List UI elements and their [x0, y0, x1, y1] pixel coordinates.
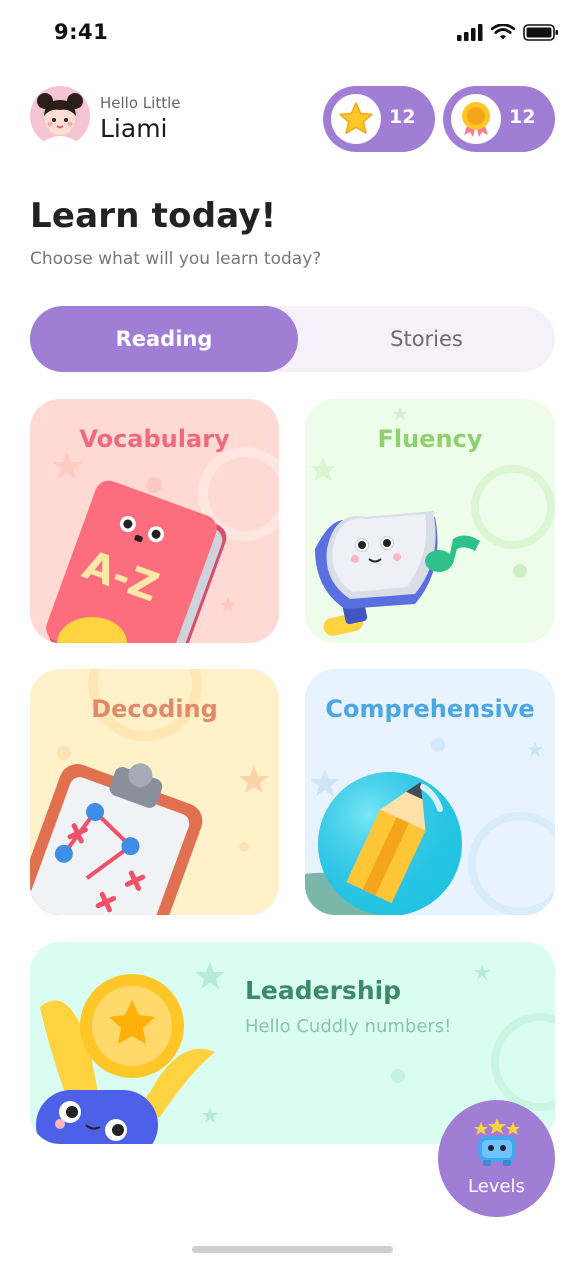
greeting-text: Hello Little [100, 94, 181, 112]
status-icons [457, 24, 559, 41]
home-indicator[interactable] [192, 1246, 393, 1253]
star-icon [331, 94, 381, 144]
page-title: Learn today! [30, 196, 277, 236]
battery-icon [523, 24, 558, 41]
decoding-card[interactable]: Decoding [30, 669, 279, 915]
stars-count: 12 [389, 106, 416, 128]
fluency-card[interactable]: Fluency [305, 399, 555, 643]
levels-label: Levels [468, 1176, 525, 1197]
leadership-title: Leadership [245, 976, 402, 1005]
levels-button[interactable]: Levels [438, 1100, 555, 1217]
decoding-label: Decoding [91, 695, 218, 723]
vocabulary-card[interactable]: A-Z Vocabulary [30, 399, 279, 643]
status-time: 9:41 [54, 20, 109, 44]
comprehensive-card[interactable]: Comprehensive [305, 669, 555, 915]
levels-icon [474, 1118, 520, 1166]
stars-counter[interactable]: 12 [323, 86, 435, 152]
wifi-icon [491, 24, 515, 40]
status-bar: 9:41 [0, 0, 585, 68]
fluency-label: Fluency [377, 425, 483, 453]
signal-icon [457, 24, 483, 41]
comprehensive-label: Comprehensive [325, 695, 535, 723]
tab-stories[interactable]: Stories [298, 306, 555, 372]
user-name: Liami [100, 114, 168, 143]
tab-reading[interactable]: Reading [30, 306, 298, 372]
vocabulary-label: Vocabulary [79, 425, 230, 453]
medal-icon [451, 94, 501, 144]
leadership-subtitle: Hello Cuddly numbers! [245, 1016, 452, 1037]
page-subtitle: Choose what will you learn today? [30, 249, 322, 269]
category-tabs: Reading Stories [30, 306, 555, 372]
medals-counter[interactable]: 12 [443, 86, 555, 152]
medals-count: 12 [509, 106, 536, 128]
avatar[interactable] [30, 86, 90, 146]
